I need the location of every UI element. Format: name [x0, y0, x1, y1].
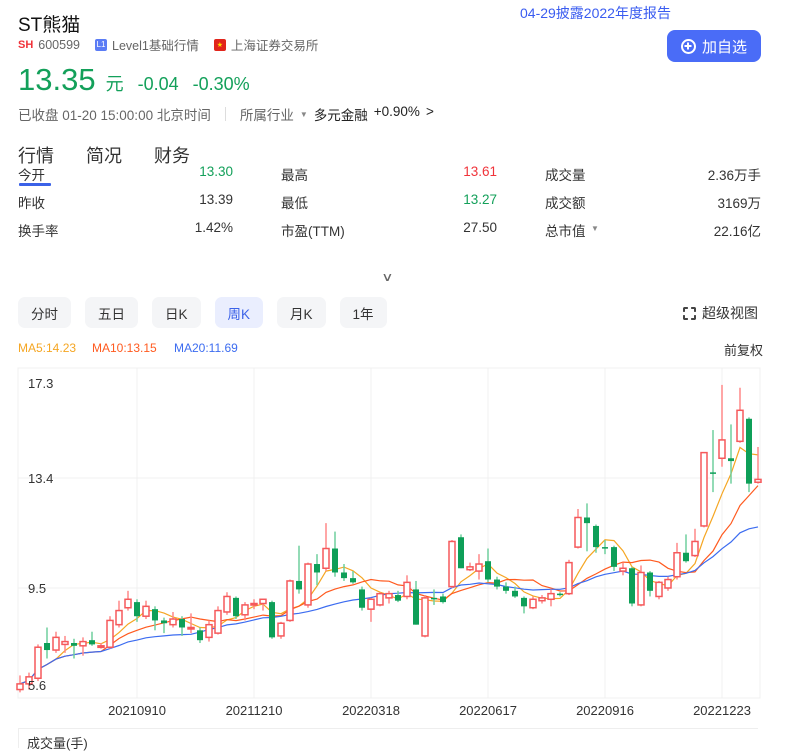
candle-down [269, 602, 275, 638]
candle-up [754, 478, 762, 483]
candle-up [619, 567, 627, 572]
candle-down [44, 643, 50, 651]
candle-up [106, 619, 114, 648]
candle-down [521, 597, 527, 607]
candle-up [529, 598, 537, 609]
candle-up [124, 598, 132, 609]
candle-up [547, 592, 555, 601]
candle-down [557, 593, 563, 596]
candle-up [565, 561, 573, 595]
candle-down [494, 579, 500, 587]
candle-down [683, 552, 689, 562]
candle-down [395, 595, 401, 601]
kline-chart[interactable] [0, 0, 787, 741]
candle-up [34, 646, 42, 680]
candle-down [341, 572, 347, 579]
candle-down [746, 418, 752, 484]
candle-down [359, 589, 365, 608]
candle-down [710, 472, 716, 474]
candle-down [584, 517, 590, 524]
candle-up [277, 622, 285, 637]
candle-down [593, 525, 599, 548]
y-tick-label: 5.6 [28, 678, 47, 693]
candle-down [89, 640, 95, 645]
candle-down [602, 547, 608, 549]
candle-up [664, 578, 672, 589]
x-tick-label: 20210910 [108, 703, 166, 718]
candle-up [223, 595, 231, 613]
candle-up [79, 640, 87, 647]
candle-up [187, 626, 195, 630]
candle-up [259, 598, 267, 605]
candle-up [691, 540, 699, 557]
candle-up [385, 592, 393, 599]
candle-down [161, 620, 167, 624]
candle-up [700, 451, 708, 527]
candle-down [440, 596, 446, 603]
candle-down [512, 590, 518, 597]
candle-up [637, 571, 645, 606]
ma5-line [19, 446, 759, 685]
candle-down [647, 572, 653, 591]
candle-up [655, 581, 663, 598]
candle-up [538, 597, 546, 602]
candle-up [403, 581, 411, 598]
candle-up [673, 551, 681, 578]
candle-up [475, 563, 483, 572]
candle-up [736, 409, 744, 443]
candle-up [286, 580, 294, 622]
candle-up [322, 547, 330, 570]
candle-down [314, 564, 320, 573]
candle-down [611, 547, 617, 567]
candle-down [728, 458, 734, 462]
chart-frame [17, 367, 761, 699]
y-tick-label: 9.5 [28, 581, 47, 596]
candle-up [718, 439, 726, 460]
x-tick-label: 20211210 [225, 703, 283, 718]
candle-up [214, 609, 222, 634]
x-tick-label: 20220916 [576, 703, 634, 718]
candle-up [376, 592, 384, 606]
candle-down [332, 548, 338, 573]
candle-up [448, 540, 456, 588]
y-tick-label: 13.4 [28, 471, 54, 486]
candle-down [629, 568, 635, 604]
candle-up [367, 598, 375, 610]
candle-up [115, 609, 123, 626]
candle-down [179, 619, 185, 628]
candle-down [233, 597, 239, 617]
candle-down [503, 586, 509, 591]
candle-down [134, 602, 140, 617]
candle-down [350, 578, 356, 583]
candle-up [169, 618, 177, 626]
candle-down [197, 630, 203, 641]
candle-down [431, 597, 437, 600]
volume-panel-header: 成交量(手) [18, 728, 758, 751]
candle-up [304, 563, 312, 606]
candle-down [485, 561, 491, 580]
candle-up [52, 636, 60, 651]
candle-down [152, 609, 158, 621]
candle-up [61, 640, 69, 646]
candle-up [205, 623, 213, 639]
candle-up [241, 604, 249, 616]
candle-up [466, 566, 474, 571]
candle-down [71, 643, 77, 646]
candle-down [458, 537, 464, 569]
candle-up [97, 645, 105, 649]
candle-up [142, 605, 150, 617]
candle-up [16, 683, 24, 691]
x-tick-label: 20220318 [342, 703, 400, 718]
x-tick-label: 20221223 [693, 703, 751, 718]
candle-up [421, 597, 429, 637]
candle-up [250, 602, 258, 606]
candle-down [296, 580, 302, 590]
x-tick-label: 20220617 [459, 703, 517, 718]
y-tick-label: 17.3 [28, 376, 54, 391]
candle-up [574, 516, 582, 548]
candle-down [413, 589, 419, 625]
